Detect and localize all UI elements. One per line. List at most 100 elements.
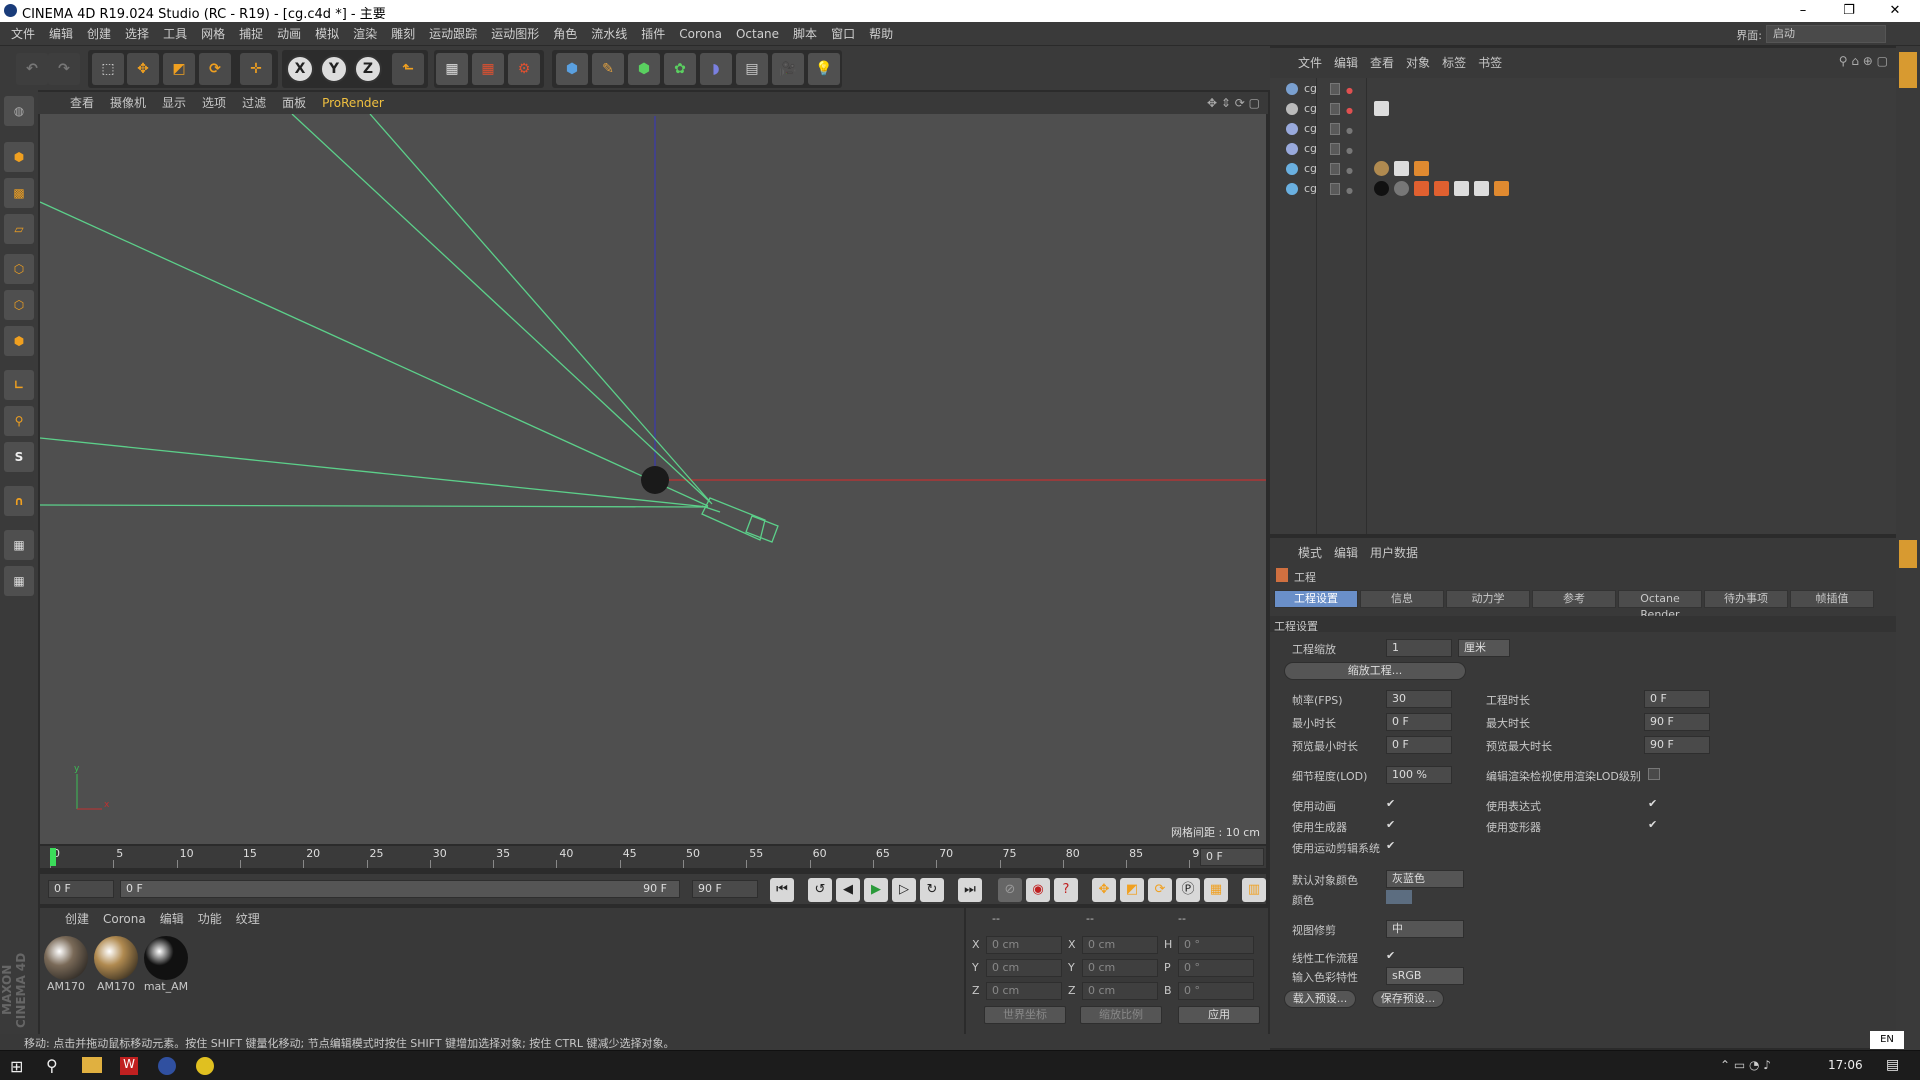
attribute-tab[interactable]: Octane Render [1618,590,1702,621]
tray-icons[interactable]: ⌃ ▭ ◔ ♪ [1720,1058,1771,1072]
visibility-toggle-icon[interactable] [1330,143,1340,155]
object-menu-item[interactable]: 编辑 [1328,52,1364,74]
menu-item[interactable]: 运动跟踪 [422,22,484,46]
previous-frame-icon[interactable]: ◀ [836,878,860,902]
material-menu-item[interactable]: 功能 [191,908,229,930]
visibility-toggle-icon[interactable] [1330,183,1340,195]
object-row[interactable]: cg ● [1270,180,1890,198]
key-rotation-icon[interactable]: ⟳ [1148,878,1172,902]
viewport-menu-item[interactable]: 过滤 [234,92,274,114]
use-animation-checkbox[interactable]: ✔ [1386,798,1398,810]
axis-mode-icon[interactable]: ∟ [4,370,34,400]
viewport-menu-item[interactable]: 显示 [154,92,194,114]
menu-item[interactable]: 捕捉 [232,22,270,46]
material-swatch[interactable] [44,936,88,980]
end-frame-field[interactable]: 90 F [692,880,758,898]
attribute-menu-item[interactable]: 用户数据 [1364,542,1424,564]
input-color-profile-select[interactable]: sRGB [1386,967,1464,985]
material-menu-item[interactable]: 创建 [58,908,96,930]
menu-item[interactable]: 渲染 [346,22,384,46]
points-mode-icon[interactable]: ⬡ [4,254,34,284]
viewport-nav-icons[interactable]: ✥ ⇕ ⟳ ▢ [1207,96,1260,110]
texture-tag-icon[interactable] [1454,181,1469,196]
menu-item[interactable]: 网格 [194,22,232,46]
viewport-menu-item[interactable]: 查看 [62,92,102,114]
menu-item[interactable]: 插件 [634,22,672,46]
project-scale-unit-select[interactable]: 厘米 [1458,639,1510,657]
object-menu-item[interactable]: 查看 [1364,52,1400,74]
workplane-lock-icon[interactable]: ▦ [4,530,34,560]
subdivision-icon[interactable]: ⬢ [628,53,660,85]
select-icon[interactable]: ⬚ [92,53,124,85]
max-time-field[interactable]: 90 F [1644,713,1710,731]
search-icon[interactable]: ⚲ [46,1056,58,1075]
grid-snap-icon[interactable]: ▦ [4,566,34,596]
project-scale-field[interactable]: 1 [1386,639,1452,657]
render-dot-icon[interactable]: ● [1346,102,1353,120]
menu-item[interactable]: 文件 [4,22,42,46]
go-to-end-icon[interactable]: ⏭ [958,878,982,902]
texture-mode-icon[interactable]: ▩ [4,178,34,208]
file-explorer-icon[interactable] [82,1057,102,1073]
coord-field[interactable]: 0 cm [1082,936,1158,954]
min-time-field[interactable]: 0 F [1386,713,1452,731]
pen-icon[interactable]: ✎ [592,53,624,85]
coord-field[interactable]: 0 cm [986,959,1062,977]
coord-field[interactable]: 0 cm [1082,982,1158,1000]
preview-min-field[interactable]: 0 F [1386,736,1452,754]
object-manager-tools[interactable]: ⚲ ⌂ ⊕ ▢ [1839,54,1888,68]
texture-tag-icon[interactable] [1474,181,1489,196]
menu-item[interactable]: 模拟 [308,22,346,46]
coord-field[interactable]: 0 cm [986,936,1062,954]
checker-tag-icon[interactable] [1374,101,1389,116]
attribute-tab[interactable]: 帧插值 [1790,590,1874,608]
timeline-playhead[interactable] [50,848,56,866]
snap-icon[interactable]: ∩ [4,486,34,516]
render-dot-icon[interactable]: ● [1346,142,1353,160]
render-dot-icon[interactable]: ● [1346,182,1353,200]
render-picture-viewer-icon[interactable]: ▦ [472,53,504,85]
key-parameter-icon[interactable]: Ⓟ [1176,878,1200,902]
material-swatch[interactable] [94,936,138,980]
rotate-icon[interactable]: ⟳ [199,53,231,85]
coordinate-system-icon[interactable]: ⬑ [392,53,424,85]
notification-icon[interactable]: ▤ [1886,1057,1899,1073]
linear-workflow-checkbox[interactable]: ✔ [1386,950,1398,962]
coordinate-system-select[interactable]: 世界坐标 [984,1006,1066,1024]
render-dot-icon[interactable]: ● [1346,122,1353,140]
object-row[interactable]: cg ● [1270,100,1890,118]
menu-item[interactable]: 动画 [270,22,308,46]
wps-icon[interactable]: W [120,1057,138,1075]
save-preset-button[interactable]: 保存预设... [1372,990,1444,1008]
camera-icon[interactable]: 🎥 [772,53,804,85]
cube-icon[interactable]: ⬢ [556,53,588,85]
visibility-toggle-icon[interactable] [1330,83,1340,95]
solo-icon[interactable]: S [4,442,34,472]
material-menu-item[interactable]: Corona [96,908,153,930]
menu-item[interactable]: 流水线 [584,22,634,46]
current-frame-field[interactable]: 0 F [1200,848,1264,866]
object-menu-item[interactable]: 书签 [1472,52,1508,74]
material-menu-item[interactable]: 纹理 [229,908,267,930]
object-menu-item[interactable]: 对象 [1400,52,1436,74]
object-row[interactable]: cg ● [1270,120,1890,138]
undo-icon[interactable]: ↶ [16,53,48,85]
attribute-menu-item[interactable]: 模式 [1292,542,1328,564]
start-frame-field[interactable]: 0 F [48,880,114,898]
maximize-button[interactable]: ❐ [1826,0,1872,22]
record-keys-icon[interactable]: ⊘ [998,878,1022,902]
menu-item[interactable]: 帮助 [862,22,900,46]
windows-start-icon[interactable]: ⊞ [10,1057,23,1076]
use-generators-checkbox[interactable]: ✔ [1386,819,1398,831]
phong-tag-icon[interactable] [1414,181,1429,196]
tag-dots-icon[interactable] [1414,161,1429,176]
fps-field[interactable]: 30 [1386,690,1452,708]
viewport-menu-item[interactable]: ProRender [314,92,392,114]
workplane-icon[interactable]: ▱ [4,214,34,244]
range-slider[interactable]: 0 F 90 F [120,880,680,898]
load-preset-button[interactable]: 载入预设... [1284,990,1356,1008]
attribute-tab[interactable]: 工程设置 [1274,590,1358,608]
attribute-tab[interactable]: 参考 [1532,590,1616,608]
scale-project-button[interactable]: 缩放工程... [1284,662,1466,680]
use-deformers-checkbox[interactable]: ✔ [1648,819,1660,831]
